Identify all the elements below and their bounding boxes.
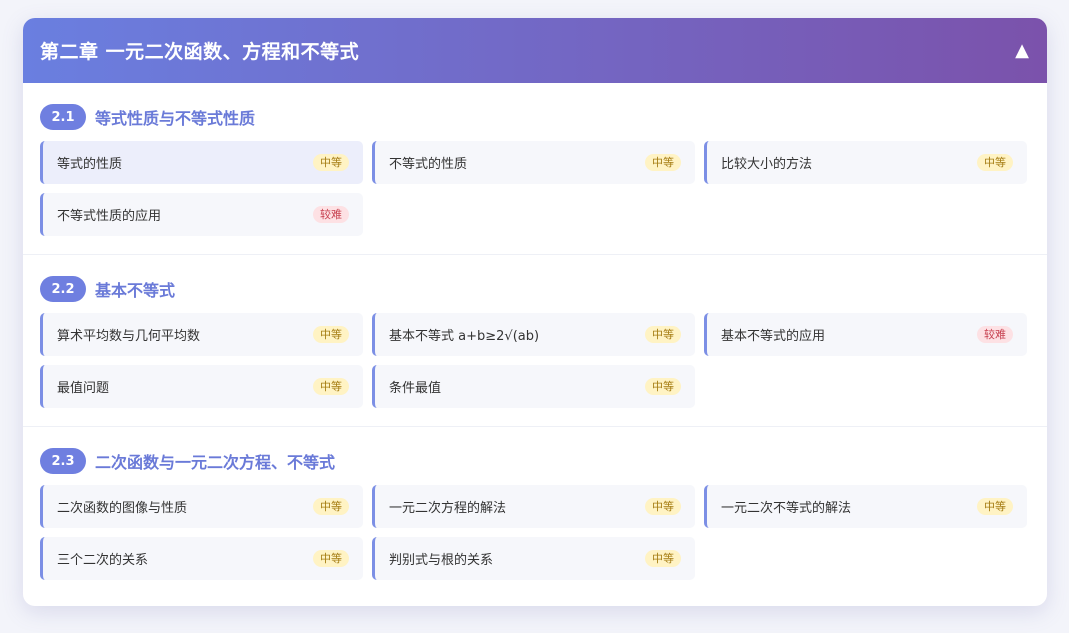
topic-label: 等式的性质 xyxy=(57,157,123,172)
topic-label: 条件最值 xyxy=(389,381,442,396)
topic-grid: 算术平均数与几何平均数 中等 基本不等式 a+b≥2√(ab) 中等 基本不等式的应用较… xyxy=(40,313,1029,408)
topic-label: 比较大小的方法 xyxy=(721,157,813,172)
chapter-header[interactable]: 第二章 一元二次函数、方程和不等式 ▲ xyxy=(23,18,1047,83)
difficulty-badge: 中等 xyxy=(977,154,1013,171)
sections-container: 2.1 等式性质与不等式性质 等式的性质 中等 不等式的性质 中等 比较大小的方法 中等 不等式… xyxy=(23,83,1047,598)
difficulty-badge: 中等 xyxy=(977,498,1013,515)
topic-grid: 二次函数的图像与性质 中等 一元二次方程的解法 中等 一元二次不等式的解法 中等 三个二次的… xyxy=(40,485,1029,580)
topic-label: 基本不等式 a+b≥2√(ab) xyxy=(389,329,540,344)
section-number-badge: 2.1 xyxy=(40,104,86,130)
difficulty-badge: 中等 xyxy=(645,550,681,567)
topic-label: 算术平均数与几何平均数 xyxy=(57,329,201,344)
section-number-badge: 2.3 xyxy=(40,448,86,474)
difficulty-badge: 中等 xyxy=(313,378,349,395)
difficulty-badge: 中等 xyxy=(645,154,681,171)
difficulty-badge: 中等 xyxy=(313,498,349,515)
topic-label: 一元二次方程的解法 xyxy=(389,501,507,516)
topic-label: 基本不等式的应用 xyxy=(721,329,826,344)
topic-item[interactable]: 判别式与根的关系 中等 xyxy=(372,537,695,580)
difficulty-badge: 较难 xyxy=(977,326,1013,343)
topic-label: 最值问题 xyxy=(57,381,110,396)
topic-grid: 等式的性质 中等 不等式的性质 中等 比较大小的方法 中等不等式性质的应用 较难 xyxy=(40,141,1029,236)
difficulty-badge: 较难 xyxy=(313,206,349,223)
difficulty-badge: 中等 xyxy=(313,326,349,343)
topic-item[interactable]: 三个二次的关系 中等 xyxy=(40,537,363,580)
collapse-arrow-icon[interactable]: ▲ xyxy=(1015,41,1029,60)
topic-label: 一元二次不等式的解法 xyxy=(721,501,852,516)
section-2-1: 2.1 等式性质与不等式性质 等式的性质 中等 不等式的性质 中等 比较大小的方法 中等 不等式… xyxy=(23,83,1047,255)
section-header[interactable]: 2.3 二次函数与一元二次方程、不等式 xyxy=(40,447,1029,475)
topic-item[interactable]: 条件最值 中等 xyxy=(372,365,695,408)
difficulty-badge: 中等 xyxy=(645,326,681,343)
topic-label: 三个二次的关系 xyxy=(57,553,149,568)
difficulty-badge: 中等 xyxy=(313,550,349,567)
section-title: 基本不等式 xyxy=(95,281,176,300)
topic-item[interactable]: 不等式性质的应用 较难 xyxy=(40,193,363,236)
section-number-badge: 2.2 xyxy=(40,276,86,302)
topic-item[interactable]: 不等式的性质 中等 xyxy=(372,141,695,184)
topic-label: 不等式的性质 xyxy=(389,157,468,172)
difficulty-badge: 中等 xyxy=(645,378,681,395)
section-title: 等式性质与不等式性质 xyxy=(95,109,256,128)
section-header[interactable]: 2.2 基本不等式 xyxy=(40,275,1029,303)
topic-item[interactable]: 算术平均数与几何平均数 中等 xyxy=(40,313,363,356)
topic-item[interactable]: 最值问题 中等 xyxy=(40,365,363,408)
topic-label: 判别式与根的关系 xyxy=(389,553,494,568)
topic-item[interactable]: 基本不等式 a+b≥2√(ab) 中等 xyxy=(372,313,695,356)
section-2-2: 2.2 基本不等式 算术平均数与几何平均数 中等 基本不等式 a+b≥2√(ab) 中等基… xyxy=(23,255,1047,427)
chapter-title: 第二章 一元二次函数、方程和不等式 xyxy=(40,41,360,63)
topic-item[interactable]: 一元二次方程的解法 中等 xyxy=(372,485,695,528)
topic-label: 不等式性质的应用 xyxy=(57,209,162,224)
topic-item[interactable]: 比较大小的方法 中等 xyxy=(704,141,1027,184)
section-header[interactable]: 2.1 等式性质与不等式性质 xyxy=(40,103,1029,131)
topic-item[interactable]: 等式的性质 中等 xyxy=(40,141,363,184)
section-title: 二次函数与一元二次方程、不等式 xyxy=(95,453,336,472)
topic-label: 二次函数的图像与性质 xyxy=(57,501,188,516)
topic-item[interactable]: 二次函数的图像与性质 中等 xyxy=(40,485,363,528)
topic-item[interactable]: 一元二次不等式的解法 中等 xyxy=(704,485,1027,528)
difficulty-badge: 中等 xyxy=(645,498,681,515)
chapter-card: 第二章 一元二次函数、方程和不等式 ▲ 2.1 等式性质与不等式性质 等式的性质 中等… xyxy=(23,18,1047,606)
topic-item[interactable]: 基本不等式的应用 较难 xyxy=(704,313,1027,356)
section-2-3: 2.3 二次函数与一元二次方程、不等式 二次函数的图像与性质 中等 一元二次方程的解法中… xyxy=(23,427,1047,598)
difficulty-badge: 中等 xyxy=(313,154,349,171)
